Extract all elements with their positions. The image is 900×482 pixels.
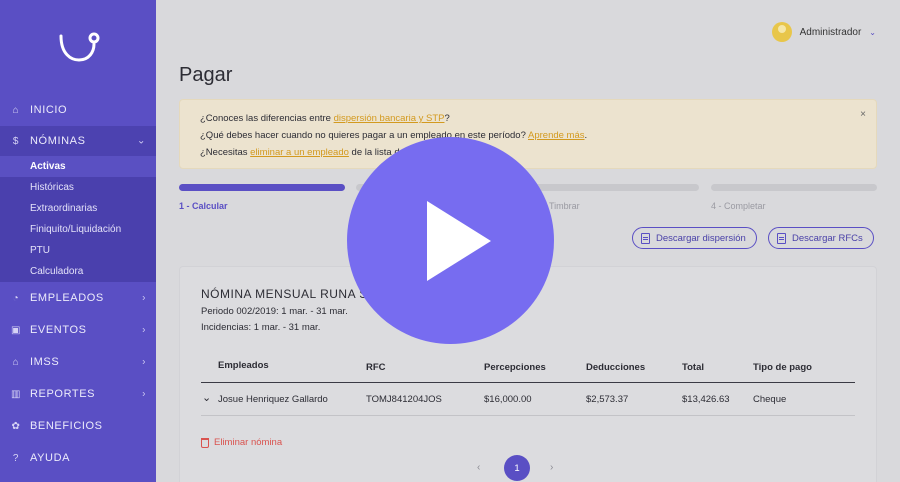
step-label: 1 - Calcular	[179, 201, 228, 211]
chevron-down-icon: ⌄	[137, 135, 146, 147]
sidebar-subitem-ptu[interactable]: PTU	[0, 240, 156, 261]
sidebar-subitem-extraordinarias[interactable]: Extraordinarias	[0, 198, 156, 219]
document-icon	[777, 232, 786, 244]
sidebar-item-eventos[interactable]: ▣ EVENTOS ›	[0, 314, 156, 346]
sidebar-item-empleados[interactable]: ◔ EMPLEADOS ›	[0, 282, 156, 314]
step-bar	[179, 184, 345, 191]
sidebar-item-label: IMSS	[30, 356, 60, 368]
cell-payment-type: Cheque	[753, 394, 787, 405]
step-calcular[interactable]: 1 - Calcular	[179, 184, 345, 211]
button-label: Eliminar nómina	[214, 437, 283, 448]
banner-text: ¿Qué debes hacer cuando no quieres pagar…	[200, 130, 528, 141]
sidebar-item-nominas[interactable]: $ NÓMINAS ⌄	[0, 126, 156, 156]
chevron-right-icon: ›	[142, 356, 146, 368]
dollar-icon: $	[12, 135, 20, 147]
column-header-perceptions: Percepciones	[484, 362, 546, 373]
step-timbrar[interactable]: Timbrar	[533, 184, 699, 211]
payroll-title: NÓMINA MENSUAL RUNA S.	[201, 287, 372, 301]
sidebar-item-imss[interactable]: ⌂ IMSS ›	[0, 346, 156, 378]
column-header-rfc: RFC	[366, 362, 386, 373]
sidebar-item-label: BENEFICIOS	[30, 420, 103, 432]
info-banner: ¿Conoces las diferencias entre dispersió…	[179, 99, 877, 169]
sidebar-item-label: REPORTES	[30, 388, 96, 400]
sidebar-item-ayuda[interactable]: ? AYUDA	[0, 442, 156, 474]
table-header-divider	[201, 382, 855, 383]
gift-icon: ✿	[11, 420, 21, 432]
payroll-period: Periodo 002/2019: 1 mar. - 31 mar.	[201, 306, 348, 317]
step-bar	[711, 184, 877, 191]
chevron-right-icon: ›	[142, 324, 146, 336]
sidebar-item-label: AYUDA	[30, 452, 71, 464]
banner-line-1: ¿Conoces las diferencias entre dispersió…	[200, 110, 856, 127]
delete-payroll-button[interactable]: Eliminar nómina	[201, 437, 282, 448]
sidebar-submenu-nominas: Activas Históricas Extraordinarias Finiq…	[0, 156, 156, 282]
sidebar-item-beneficios[interactable]: ✿ BENEFICIOS	[0, 410, 156, 442]
banner-text: ¿Necesitas	[200, 147, 251, 158]
column-header-total: Total	[682, 362, 704, 373]
button-label: Descargar RFCs	[792, 232, 863, 244]
sidebar-item-label: NÓMINAS	[30, 135, 86, 147]
chevron-right-icon: ›	[142, 388, 146, 400]
banner-text: .	[584, 130, 588, 141]
step-label: 4 - Completar	[711, 201, 766, 211]
table-row-divider	[201, 415, 855, 416]
banner-text: ¿Conoces las diferencias entre	[200, 113, 334, 124]
trash-icon	[201, 437, 209, 448]
user-icon: ◔	[12, 292, 20, 304]
sidebar-item-inicio[interactable]: ⌂ INICIO	[0, 94, 156, 126]
button-label: Descargar dispersión	[656, 232, 746, 244]
chevron-right-icon: ›	[142, 292, 146, 304]
avatar	[771, 22, 792, 42]
page-title: Pagar	[179, 64, 233, 86]
user-name: Administrador	[799, 26, 862, 38]
sidebar-item-reportes[interactable]: ▥ REPORTES ›	[0, 378, 156, 410]
banner-line-3: ¿Necesitas eliminar a un empleado de la …	[200, 144, 856, 161]
video-play-button[interactable]	[347, 137, 554, 344]
chevron-left-icon[interactable]: ‹	[477, 462, 480, 473]
chevron-down-icon: ⌄	[869, 27, 876, 37]
calendar-icon: ▣	[10, 324, 22, 336]
sidebar-item-label: INICIO	[30, 104, 68, 116]
banner-line-2: ¿Qué debes hacer cuando no quieres pagar…	[200, 127, 856, 144]
payroll-incidences: Incidencias: 1 mar. - 31 mar.	[201, 322, 321, 333]
sidebar-item-label: EMPLEADOS	[30, 292, 104, 304]
chevron-right-icon[interactable]: ›	[550, 462, 553, 473]
column-header-payment-type: Tipo de pago	[753, 362, 812, 373]
cell-total: $13,426.63	[682, 394, 730, 405]
remove-employee-link[interactable]: eliminar a un empleado	[250, 147, 349, 158]
hospital-icon: ⌂	[12, 356, 20, 368]
sidebar-subitem-historicas[interactable]: Históricas	[0, 177, 156, 198]
stp-dispersion-link[interactable]: dispersión bancaria y STP	[334, 113, 445, 124]
cell-rfc: TOMJ841204JOS	[366, 394, 442, 405]
cell-perceptions: $16,000.00	[484, 394, 532, 405]
learn-more-link[interactable]: Aprende más	[528, 130, 585, 141]
banner-text: ?	[444, 113, 450, 124]
home-icon: ⌂	[12, 104, 20, 116]
chevron-down-icon[interactable]: ⌄	[202, 391, 211, 404]
chart-icon: ▥	[10, 388, 22, 400]
play-icon	[427, 201, 491, 281]
step-bar	[533, 184, 699, 191]
sidebar: ⌂ INICIO $ NÓMINAS ⌄ Activas Históricas …	[0, 0, 156, 482]
step-label: Timbrar	[549, 201, 580, 211]
user-menu[interactable]: Administrador ⌄	[771, 22, 876, 42]
sidebar-item-label: EVENTOS	[30, 324, 87, 336]
step-completar[interactable]: 4 - Completar	[711, 184, 877, 211]
cell-deductions: $2,573.37	[586, 394, 629, 405]
close-icon[interactable]: ×	[860, 106, 866, 123]
download-rfcs-button[interactable]: Descargar RFCs	[768, 227, 874, 249]
column-header-employees: Empleados	[218, 360, 269, 371]
document-icon	[641, 232, 650, 244]
cell-employee[interactable]: Josue Henriquez Gallardo	[218, 394, 328, 405]
download-dispersion-button[interactable]: Descargar dispersión	[632, 227, 757, 249]
sidebar-nav: ⌂ INICIO $ NÓMINAS ⌄ Activas Históricas …	[0, 94, 156, 474]
page-number-current[interactable]: 1	[504, 455, 530, 481]
sidebar-subitem-calculadora[interactable]: Calculadora	[0, 261, 156, 282]
brand-logo-icon[interactable]	[56, 30, 102, 64]
column-header-deductions: Deducciones	[586, 362, 646, 373]
sidebar-subitem-activas[interactable]: Activas	[0, 156, 156, 177]
pagination: ‹ 1 ›	[180, 455, 878, 481]
sidebar-subitem-finiquito[interactable]: Finiquito/Liquidación	[0, 219, 156, 240]
question-icon: ?	[12, 452, 20, 464]
